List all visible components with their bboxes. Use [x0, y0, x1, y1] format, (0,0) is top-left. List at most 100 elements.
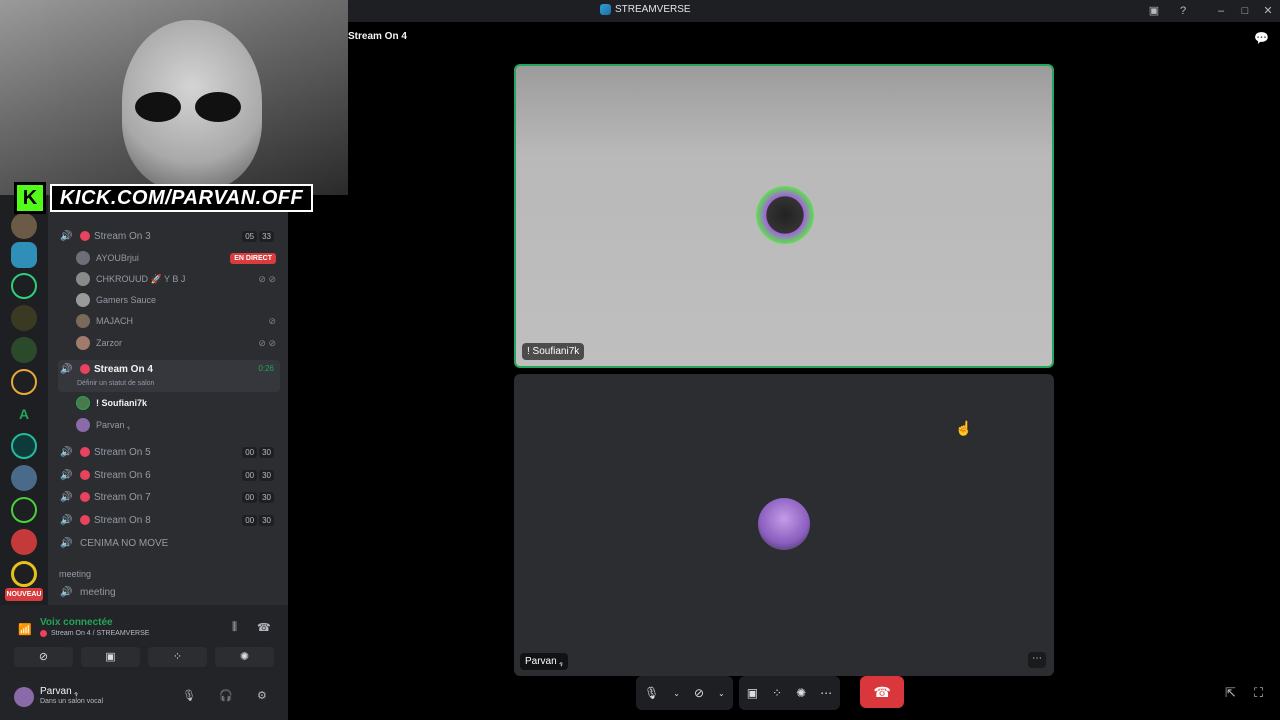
more-options-button[interactable]: ⋯: [1028, 652, 1046, 668]
video-tile[interactable]: Parvan ﮩ ⋯: [514, 374, 1054, 676]
new-badge: NOUVEAU: [5, 588, 43, 601]
minimize-button[interactable]: –: [1213, 3, 1229, 19]
voice-user[interactable]: AYOUBrjui EN DIRECT: [76, 248, 280, 268]
user-limit: 30: [259, 491, 274, 503]
av-controls: 🎙 ⌄ ⊘ ⌄: [636, 676, 733, 710]
voice-status[interactable]: Voix connectée: [40, 617, 113, 628]
user-panel: Parvan ﮩ Dans un salon vocal 🎙 🎧 ⚙: [14, 683, 284, 713]
server-icon[interactable]: [11, 433, 37, 459]
mic-icon[interactable]: 🎙: [182, 689, 196, 702]
voice-channel-stream-on-8[interactable]: 🔊 Stream On 8 00 30: [58, 509, 280, 531]
soundboard-icon[interactable]: ✺: [796, 686, 806, 700]
mute-icons: ⊘ ⊘: [258, 273, 276, 284]
channel-dot: [80, 447, 90, 457]
channel-timer: 0:26: [258, 364, 274, 373]
server-icon[interactable]: A: [11, 401, 37, 427]
user-limit: 30: [259, 514, 274, 526]
more-icon[interactable]: ⋯: [820, 686, 832, 700]
chevron-down-icon[interactable]: ⌄: [673, 689, 680, 698]
disconnect-icon[interactable]: ☎: [257, 621, 271, 634]
user-limit: 30: [259, 469, 274, 481]
voice-user[interactable]: Zarzor ⊘ ⊘: [76, 333, 280, 353]
user-limit: 30: [259, 446, 274, 458]
call-controls: 🎙 ⌄ ⊘ ⌄ ▣ ⁘ ✺ ⋯ ☎: [636, 676, 905, 710]
signal-icon[interactable]: 📶: [18, 623, 32, 636]
server-icon[interactable]: [11, 369, 37, 395]
avatar[interactable]: [14, 687, 34, 707]
chevron-down-icon[interactable]: ⌄: [718, 689, 725, 698]
camera-off-button[interactable]: ⊘: [14, 647, 73, 667]
user-count: 05: [242, 230, 258, 242]
voice-channel-meeting[interactable]: 🔊 meeting: [58, 581, 280, 603]
mic-icon[interactable]: 🎙: [644, 686, 659, 700]
maximize-button[interactable]: □: [1237, 3, 1253, 19]
voice-channel-cenima[interactable]: 🔊 CENIMA NO MOVE: [58, 532, 280, 554]
channel-dot: [80, 492, 90, 502]
screen-share-icon[interactable]: ▣: [1146, 3, 1162, 19]
activities-icon[interactable]: ⁘: [772, 686, 782, 700]
noise-suppression-icon[interactable]: ⫼: [232, 621, 237, 634]
kick-url: KICK.COM/PARVAN.OFF: [50, 184, 314, 212]
server-icon[interactable]: [11, 561, 37, 587]
speaker-icon: 🔊: [60, 470, 73, 481]
mouse-cursor-icon: ☝: [955, 420, 973, 436]
voice-user[interactable]: CHKROUUD 🚀 Y B J ⊘ ⊘: [76, 269, 280, 289]
voice-channel-path[interactable]: Stream On 4 / STREAMVERSE: [40, 630, 149, 637]
camera-off-icon[interactable]: ⊘: [694, 686, 704, 700]
screen-share-button[interactable]: ▣: [81, 647, 140, 667]
fullscreen-icon[interactable]: ⛶: [1254, 685, 1263, 701]
speaker-icon: 🔊: [60, 587, 73, 598]
webcam-overlay: [0, 0, 348, 195]
chat-icon[interactable]: 💬: [1254, 31, 1269, 45]
channel-dot: [40, 630, 47, 637]
server-icon[interactable]: [11, 465, 37, 491]
user-name: Gamers Sauce: [96, 295, 157, 305]
video-tile-speaking[interactable]: ! Soufiani7k: [514, 64, 1054, 368]
gear-icon[interactable]: ⚙: [257, 689, 267, 702]
server-icon[interactable]: [11, 273, 37, 299]
server-icon[interactable]: [11, 305, 37, 331]
speaker-icon: 🔊: [60, 364, 73, 375]
participant-avatar: [756, 186, 814, 244]
speaker-icon: 🔊: [60, 515, 73, 526]
avatar: [76, 272, 90, 286]
server-icon[interactable]: [11, 242, 37, 268]
channel-name: Stream On 6: [94, 469, 151, 481]
server-icon[interactable]: [11, 337, 37, 363]
popout-icon[interactable]: ⇱: [1225, 685, 1236, 701]
server-icon[interactable]: [11, 497, 37, 523]
voice-channel-stream-on-4[interactable]: 🔊 Stream On 4 0:26: [58, 360, 280, 392]
voice-channel-stream-on-5[interactable]: 🔊 Stream On 5 00 30: [58, 441, 280, 463]
channel-name: Stream On 8: [94, 514, 151, 526]
user-count: 00: [242, 514, 258, 526]
hangup-button[interactable]: ☎: [860, 676, 905, 708]
app-title: STREAMVERSE: [600, 4, 691, 15]
help-icon[interactable]: ?: [1175, 3, 1191, 19]
channel-dot: [80, 470, 90, 480]
voice-channel-stream-on-7[interactable]: 🔊 Stream On 7 00 30: [58, 486, 280, 508]
server-icon[interactable]: [11, 529, 37, 555]
close-button[interactable]: ✕: [1260, 3, 1276, 19]
voice-channel-stream-on-3[interactable]: 🔊 Stream On 3 05 33: [58, 225, 280, 247]
channel-dot: [80, 515, 90, 525]
avatar: [76, 396, 90, 410]
screen-share-icon[interactable]: ▣: [747, 686, 758, 700]
category-meeting[interactable]: meeting: [59, 569, 91, 579]
channel-dot: [80, 231, 90, 241]
activities-button[interactable]: ⁘: [148, 647, 207, 667]
channel-status[interactable]: Définir un statut de salon: [77, 380, 154, 387]
participant-avatar: [758, 498, 810, 550]
user-name[interactable]: Parvan ﮩ: [40, 686, 78, 697]
headset-icon[interactable]: 🎧: [219, 689, 233, 702]
app-title-text: STREAMVERSE: [615, 4, 691, 15]
participant-label: Parvan ﮩ: [520, 653, 568, 670]
server-icon[interactable]: [11, 213, 37, 239]
voice-user[interactable]: Gamers Sauce: [76, 290, 280, 310]
channel-name: Stream On 5: [94, 446, 151, 458]
soundboard-button[interactable]: ✺: [215, 647, 274, 667]
voice-user[interactable]: MAJACH ⊘: [76, 311, 280, 331]
voice-user[interactable]: ! Soufiani7k: [76, 393, 280, 413]
stage-title: Stream On 4: [348, 31, 407, 42]
voice-user[interactable]: Parvan ﮩ: [76, 415, 280, 435]
voice-channel-stream-on-6[interactable]: 🔊 Stream On 6 00 30: [58, 464, 280, 486]
